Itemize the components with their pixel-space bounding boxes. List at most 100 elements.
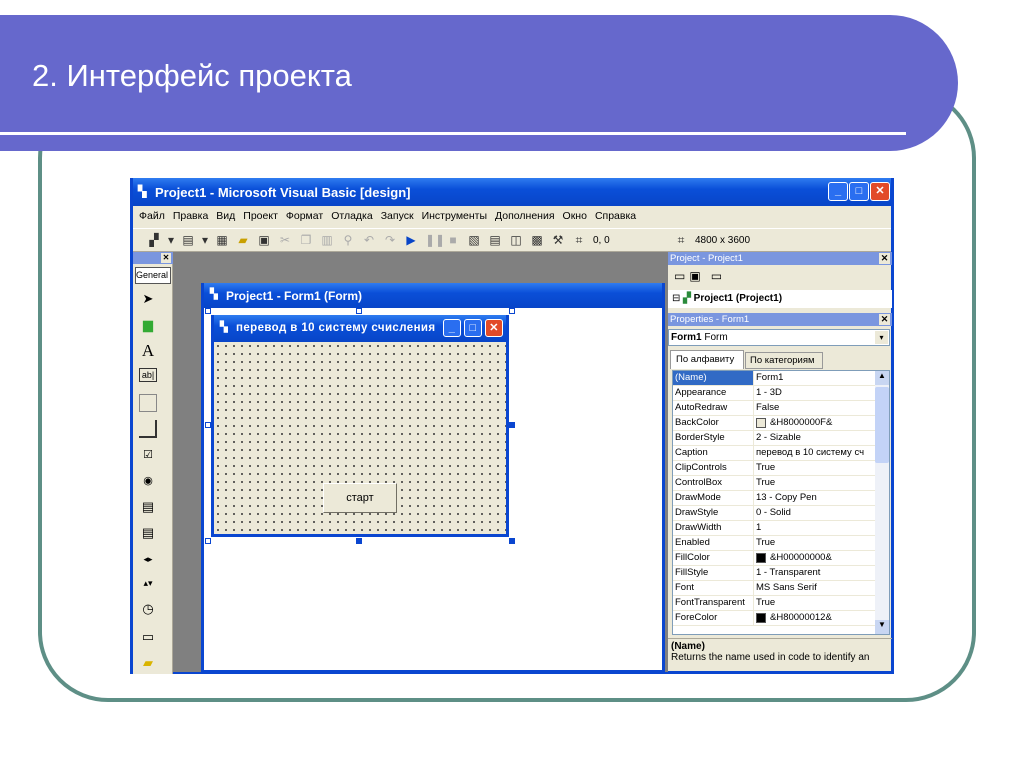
resize-handle[interactable] [356, 308, 362, 314]
menu-editor-icon[interactable]: ▦ [215, 233, 229, 247]
scroll-thumb[interactable] [875, 387, 889, 463]
property-row[interactable]: FillStyle 1 - Transparent [673, 566, 876, 581]
hscrollbar-icon[interactable]: ◂▸ [139, 550, 157, 568]
resize-handle[interactable] [356, 538, 362, 544]
menu-tools[interactable]: Инструменты [422, 210, 487, 224]
menu-addins[interactable]: Дополнения [495, 210, 554, 224]
minimize-button[interactable]: _ [828, 182, 848, 201]
checkbox-icon[interactable]: ☑ [139, 446, 157, 464]
object-browser-icon[interactable]: ▩ [530, 233, 544, 247]
project-close-icon[interactable]: ✕ [879, 253, 890, 264]
collapse-icon[interactable]: ⊟ [672, 293, 680, 304]
property-row[interactable]: Caption перевод в 10 систему сч [673, 446, 876, 461]
toggle-folders-icon[interactable]: ▭ [711, 269, 722, 285]
properties-close-icon[interactable]: ✕ [879, 314, 890, 325]
commandbutton-icon[interactable] [139, 420, 157, 438]
pointer-icon[interactable]: ➤ [139, 290, 157, 308]
form-layout-icon[interactable]: ◫ [509, 233, 523, 247]
property-row[interactable]: ControlBox True [673, 476, 876, 491]
view-code-icon[interactable]: ▭ [674, 269, 685, 285]
find-icon[interactable]: ⚲ [341, 233, 355, 247]
property-value[interactable]: True [754, 536, 876, 550]
resize-handle[interactable] [509, 308, 515, 314]
start-icon[interactable]: ▶ [404, 233, 418, 247]
menu-project[interactable]: Проект [243, 210, 278, 224]
add-form-icon[interactable]: ▤ [181, 233, 195, 247]
property-value[interactable]: 1 [754, 521, 876, 535]
listbox-icon[interactable]: ▤ [139, 524, 157, 542]
resize-handle[interactable] [205, 538, 211, 544]
resize-handle[interactable] [509, 422, 515, 428]
window-titlebar[interactable]: ▚ Project1 - Microsoft Visual Basic [des… [133, 178, 891, 206]
property-row[interactable]: BackColor &H8000000F& [673, 416, 876, 431]
chevron-down-icon[interactable]: ▾ [875, 331, 888, 344]
design-grid[interactable]: старт [214, 342, 506, 534]
frame-icon[interactable] [139, 394, 157, 412]
scroll-up-icon[interactable]: ▲ [875, 371, 889, 385]
save-icon[interactable]: ▣ [257, 233, 271, 247]
property-row[interactable]: Appearance 1 - 3D [673, 386, 876, 401]
copy-icon[interactable]: ❐ [299, 233, 313, 247]
property-row[interactable]: Font MS Sans Serif [673, 581, 876, 596]
add-project-icon[interactable]: ▞ [147, 233, 161, 247]
menu-run[interactable]: Запуск [381, 210, 414, 224]
property-value[interactable]: &H8000000F& [754, 416, 876, 430]
paste-icon[interactable]: ▥ [320, 233, 334, 247]
combobox-icon[interactable]: ▤ [139, 498, 157, 516]
properties-scrollbar[interactable]: ▲ ▼ [875, 371, 889, 634]
tab-categorized[interactable]: По категориям [745, 352, 823, 369]
resize-handle[interactable] [205, 308, 211, 314]
end-icon[interactable]: ■ [446, 233, 460, 247]
undo-icon[interactable]: ↶ [362, 233, 376, 247]
property-row[interactable]: FontTransparent True [673, 596, 876, 611]
property-row[interactable]: DrawMode 13 - Copy Pen [673, 491, 876, 506]
resize-handle[interactable] [509, 538, 515, 544]
property-value[interactable]: 1 - 3D [754, 386, 876, 400]
dirlistbox-icon[interactable]: ▰ [139, 654, 157, 672]
optionbutton-icon[interactable]: ◉ [139, 472, 157, 490]
property-row[interactable]: ForeColor &H80000012& [673, 611, 876, 626]
toolbox-tab-general[interactable]: General [135, 267, 171, 284]
property-value[interactable]: перевод в 10 систему сч [754, 446, 876, 460]
property-value[interactable]: MS Sans Serif [754, 581, 876, 595]
label-icon[interactable]: A [139, 342, 157, 360]
vscrollbar-icon[interactable]: ▴▾ [139, 574, 157, 592]
drivelistbox-icon[interactable]: ▭ [139, 628, 157, 646]
menu-file[interactable]: Файл [139, 210, 165, 224]
toolbox-close-icon[interactable]: ✕ [161, 253, 171, 263]
property-value[interactable]: True [754, 596, 876, 610]
project-tree-item[interactable]: Project1 (Project1) [694, 293, 782, 304]
close-button[interactable]: ✕ [870, 182, 890, 201]
scroll-down-icon[interactable]: ▼ [875, 620, 889, 634]
menu-edit[interactable]: Правка [173, 210, 208, 224]
property-value[interactable]: Form1 [754, 371, 876, 385]
cut-icon[interactable]: ✂ [278, 233, 292, 247]
property-row[interactable]: Enabled True [673, 536, 876, 551]
property-value[interactable]: False [754, 401, 876, 415]
property-row[interactable]: BorderStyle 2 - Sizable [673, 431, 876, 446]
property-row[interactable]: FillColor &H00000000& [673, 551, 876, 566]
textbox-icon[interactable]: ab| [139, 368, 157, 382]
menu-view[interactable]: Вид [216, 210, 235, 224]
property-value[interactable]: 1 - Transparent [754, 566, 876, 580]
property-row[interactable]: ClipControls True [673, 461, 876, 476]
open-icon[interactable]: ▰ [236, 233, 250, 247]
resize-handle[interactable] [205, 422, 211, 428]
property-value[interactable]: 2 - Sizable [754, 431, 876, 445]
tab-alphabetic[interactable]: По алфавиту [670, 350, 744, 369]
menu-help[interactable]: Справка [595, 210, 636, 224]
view-object-icon[interactable]: ▣ [689, 269, 700, 285]
picturebox-icon[interactable]: ▆ [139, 316, 157, 334]
property-value[interactable]: 0 - Solid [754, 506, 876, 520]
timer-icon[interactable]: ◷ [139, 600, 157, 618]
break-icon[interactable]: ❚❚ [425, 233, 445, 247]
property-value[interactable]: 13 - Copy Pen [754, 491, 876, 505]
menu-window[interactable]: Окно [563, 210, 587, 224]
project-explorer-icon[interactable]: ▧ [467, 233, 481, 247]
property-row[interactable]: AutoRedraw False [673, 401, 876, 416]
property-row[interactable]: (Name) Form1 [673, 371, 876, 386]
property-value[interactable]: True [754, 476, 876, 490]
form-window-titlebar[interactable]: ▚ Project1 - Form1 (Form) [204, 283, 662, 308]
property-row[interactable]: DrawWidth 1 [673, 521, 876, 536]
object-selector[interactable]: Form1 Form ▾ [668, 329, 890, 346]
